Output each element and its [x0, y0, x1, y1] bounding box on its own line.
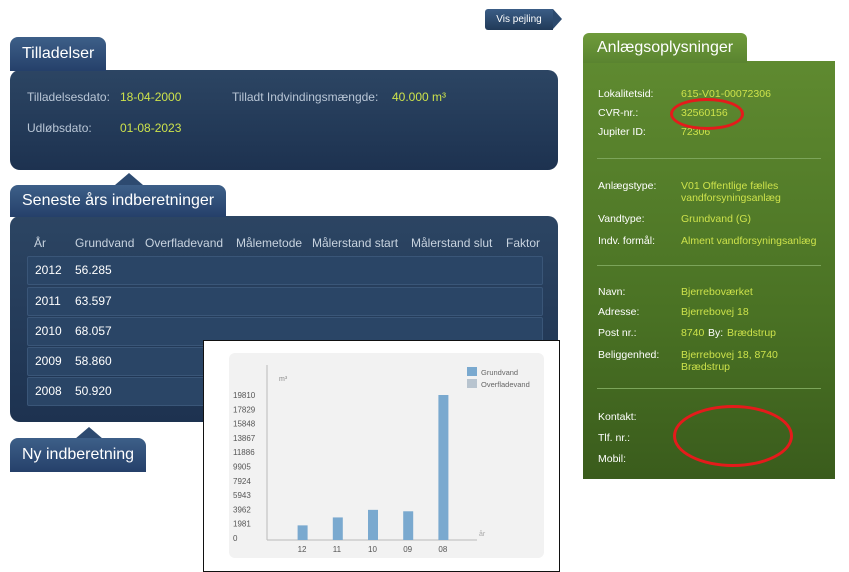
bar	[332, 517, 343, 540]
udloebsdato-value: 01-08-2023	[120, 121, 182, 135]
mobil-label: Mobil:	[598, 453, 627, 465]
col-maalerstand-slut: Målerstand slut	[411, 236, 493, 250]
divider	[597, 388, 821, 389]
row-grundvand: 68.057	[75, 324, 112, 338]
legend-swatch	[467, 367, 477, 376]
y-tick-label: 17829	[233, 405, 256, 414]
row-grundvand: 58.860	[75, 354, 112, 368]
tab-anlaegsoplysninger[interactable]: Anlægsoplysninger	[583, 33, 748, 63]
cvr-highlight-ellipse	[670, 98, 744, 130]
navn-label: Navn:	[598, 286, 626, 298]
tab-ny-indberetning[interactable]: Ny indberetning	[10, 438, 147, 472]
adresse-label: Adresse:	[598, 306, 640, 318]
anlaegstype-value: V01 Offentlige fælles vandforsyningsanlæ…	[681, 180, 781, 204]
table-row[interactable]: 2011 63.597	[27, 287, 543, 316]
bar-chart: m³år198101782915848138671188699057924594…	[233, 365, 530, 554]
legend-label: Overfladevand	[481, 380, 530, 389]
vis-pejling-button[interactable]: Vis pejling	[485, 9, 562, 30]
row-grundvand: 63.597	[75, 294, 112, 308]
udloebsdato-label: Udløbsdato:	[27, 121, 92, 135]
tilladelser-panel	[10, 70, 558, 170]
y-tick-label: 15848	[233, 420, 256, 429]
chart-area: m³ år 19810 17829 15848 13867 11886 9905 7924 594…	[229, 353, 544, 558]
y-axis-label: m³	[279, 376, 288, 383]
navn-value: Bjerreboværket	[681, 286, 753, 298]
postnr-label: Post nr.:	[598, 327, 637, 339]
contact-highlight-ellipse	[673, 405, 793, 467]
x-tick-label: 10	[368, 545, 377, 554]
row-grundvand: 56.285	[75, 263, 112, 277]
y-tick-label: 3962	[233, 505, 251, 514]
formaal-label: Indv. formål:	[598, 235, 655, 247]
tilladelsesdato-label: Tilladelsesdato:	[27, 90, 110, 104]
divider	[597, 265, 821, 266]
row-grundvand: 50.920	[75, 384, 112, 398]
divider	[597, 158, 821, 159]
lokalitet-label: Lokalitetsid:	[598, 88, 654, 100]
col-aar: År	[34, 236, 46, 250]
y-tick-label: 13867	[233, 434, 256, 443]
tab-seneste-aars-indberetninger[interactable]: Seneste års indberetninger	[10, 185, 227, 217]
cvr-label: CVR-nr.:	[598, 107, 639, 119]
chart-popup: m³ år 19810 17829 15848 13867 11886 9905 7924 594…	[203, 340, 560, 572]
row-year: 2010	[35, 324, 62, 338]
x-tick-label: 12	[298, 545, 307, 554]
kontakt-label: Kontakt:	[598, 411, 637, 423]
jupiter-label: Jupiter ID:	[598, 126, 646, 138]
postnr-value: 8740	[681, 327, 705, 339]
bar	[403, 511, 414, 540]
y-tick-label: 1981	[233, 520, 251, 529]
formaal-value: Alment vandforsyningsanlæg	[681, 235, 817, 247]
table-row[interactable]: 2012 56.285	[27, 256, 543, 285]
row-year: 2012	[35, 263, 62, 277]
y-tick-label: 7924	[233, 477, 251, 486]
beliggenhed-value: Bjerrebovej 18, 8740 Brædstrup	[681, 349, 778, 373]
col-maalerstand-start: Målerstand start	[312, 236, 399, 250]
anlaegstype-label: Anlægstype:	[598, 180, 657, 192]
y-tick-label: 11886	[233, 448, 255, 457]
adresse-value: Bjerrebovej 18	[681, 306, 749, 318]
tab-notch	[115, 173, 143, 185]
row-year: 2011	[35, 294, 61, 308]
col-faktor: Faktor	[506, 236, 541, 250]
vandtype-label: Vandtype:	[598, 213, 645, 225]
vandtype-value: Grundvand (G)	[681, 213, 752, 225]
indvindingsmaengde-label: Tilladt Indvindingsmængde:	[232, 90, 379, 104]
tlf-label: Tlf. nr.:	[598, 432, 631, 444]
by-label: By:	[708, 327, 724, 339]
y-tick-label: 0	[233, 534, 238, 543]
indvindingsmaengde-value: 40.000 m³	[392, 90, 447, 104]
row-year: 2009	[35, 354, 62, 368]
bar	[438, 395, 449, 540]
x-tick-label: 11	[333, 545, 342, 554]
tilladelsesdato-value: 18-04-2000	[120, 90, 182, 104]
legend-swatch	[467, 379, 477, 388]
y-tick-label: 19810	[233, 391, 256, 400]
x-axis-label: år	[479, 530, 486, 538]
tab-tilladelser[interactable]: Tilladelser	[10, 37, 107, 71]
row-year: 2008	[35, 384, 62, 398]
bar	[368, 509, 378, 540]
y-tick-label: 9905	[233, 463, 251, 472]
x-tick-label: 08	[438, 545, 447, 554]
col-overfladevand: Overfladevand	[145, 236, 224, 250]
bar	[297, 525, 308, 540]
col-grundvand: Grundvand	[75, 236, 135, 250]
y-tick-label: 5943	[233, 491, 251, 500]
legend-label: Grundvand	[481, 368, 518, 377]
by-value: Brædstrup	[727, 327, 777, 339]
col-maalemetode: Målemetode	[236, 236, 303, 250]
x-tick-label: 09	[403, 545, 412, 554]
beliggenhed-label: Beliggenhed:	[598, 349, 660, 361]
